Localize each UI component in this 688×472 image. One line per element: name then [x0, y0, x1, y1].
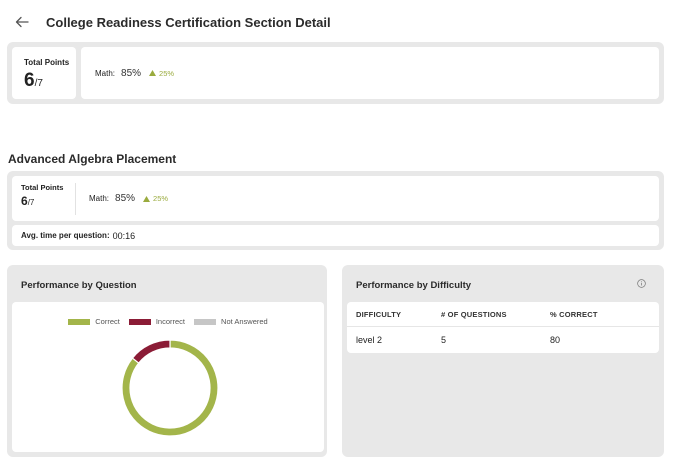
section-total-points-label: Total Points	[21, 182, 64, 192]
column-header-difficulty[interactable]: DIFFICULTY	[347, 310, 441, 319]
legend-swatch-correct	[68, 318, 91, 325]
subject-percent: 85%	[121, 67, 142, 79]
cell-question-count: 5	[441, 335, 447, 345]
performance-by-question-panel: Performance by Question Correct Incorrec…	[7, 265, 327, 457]
triangle-up-icon	[149, 70, 157, 76]
legend-label-not-answered: Not Answered	[221, 317, 268, 326]
chart-legend: Correct Incorrect Not Answered	[12, 317, 324, 326]
section-total-points: Total Points 6/7	[12, 182, 76, 215]
info-icon[interactable]	[637, 279, 646, 288]
legend-item-incorrect[interactable]: Incorrect	[128, 317, 186, 326]
legend-label-incorrect: Incorrect	[155, 317, 186, 326]
performance-by-difficulty-panel: Performance by Difficulty DIFFICULTY # O…	[342, 265, 664, 457]
avg-time-value: 00:16	[112, 230, 136, 241]
trend-badge: 25%	[149, 69, 174, 78]
table-row: level 2 5 80	[347, 327, 659, 353]
points-earned: 6	[24, 70, 35, 91]
performance-by-difficulty-title: Performance by Difficulty	[356, 280, 472, 291]
section-subject-percent: 85%	[115, 193, 136, 204]
section-trend-badge: 25%	[143, 194, 168, 203]
page-header: College Readiness Certification Section …	[12, 12, 331, 32]
avg-time-row: Avg. time per question: 00:16	[12, 225, 659, 246]
legend-item-correct[interactable]: Correct	[68, 317, 120, 326]
avg-time-label: Avg. time per question:	[21, 231, 110, 240]
section-trend-value: 25%	[153, 194, 169, 203]
section-total-points-value: 6/7	[21, 194, 75, 208]
performance-by-question-title: Performance by Question	[21, 280, 137, 291]
cell-difficulty: level 2	[356, 335, 383, 345]
section-points-total: /7	[27, 197, 35, 207]
arrow-left-icon	[15, 16, 29, 28]
back-button[interactable]	[12, 12, 32, 32]
legend-label-correct: Correct	[95, 317, 120, 326]
total-points-value: 6/7	[24, 70, 76, 92]
section-subject-label: Math:	[89, 194, 110, 203]
points-total: /7	[34, 78, 43, 89]
difficulty-table: DIFFICULTY # OF QUESTIONS % CORRECT leve…	[347, 302, 659, 353]
section-score-row: Total Points 6/7 Math: 85% 25%	[12, 176, 659, 221]
overall-summary-card: Total Points 6/7 Math: 85% 25%	[7, 42, 664, 104]
legend-swatch-incorrect	[128, 318, 151, 325]
legend-item-not-answered[interactable]: Not Answered	[194, 317, 268, 326]
question-chart-area: Correct Incorrect Not Answered	[12, 302, 324, 452]
cell-percent-correct: 80	[550, 335, 561, 345]
trend-value: 25%	[159, 68, 175, 78]
legend-swatch-not-answered	[194, 318, 217, 325]
subject-score-box: Math: 85% 25%	[81, 47, 659, 99]
column-header-correct[interactable]: % CORRECT	[550, 310, 659, 319]
table-header: DIFFICULTY # OF QUESTIONS % CORRECT	[347, 302, 659, 327]
triangle-up-icon	[143, 195, 151, 202]
section-summary-card: Total Points 6/7 Math: 85% 25% Avg. time…	[7, 171, 664, 250]
subject-label: Math:	[95, 68, 116, 78]
donut-chart	[121, 339, 219, 437]
page-title: College Readiness Certification Section …	[46, 14, 331, 30]
total-points-label: Total Points	[24, 58, 70, 67]
total-points-box: Total Points 6/7	[12, 47, 76, 99]
section-points-earned: 6	[21, 193, 28, 208]
donut-slice-incorrect[interactable]	[131, 339, 171, 364]
section-title: Advanced Algebra Placement	[8, 152, 177, 166]
section-subject-score: Math: 85% 25%	[76, 193, 168, 204]
column-header-questions[interactable]: # OF QUESTIONS	[441, 310, 550, 319]
